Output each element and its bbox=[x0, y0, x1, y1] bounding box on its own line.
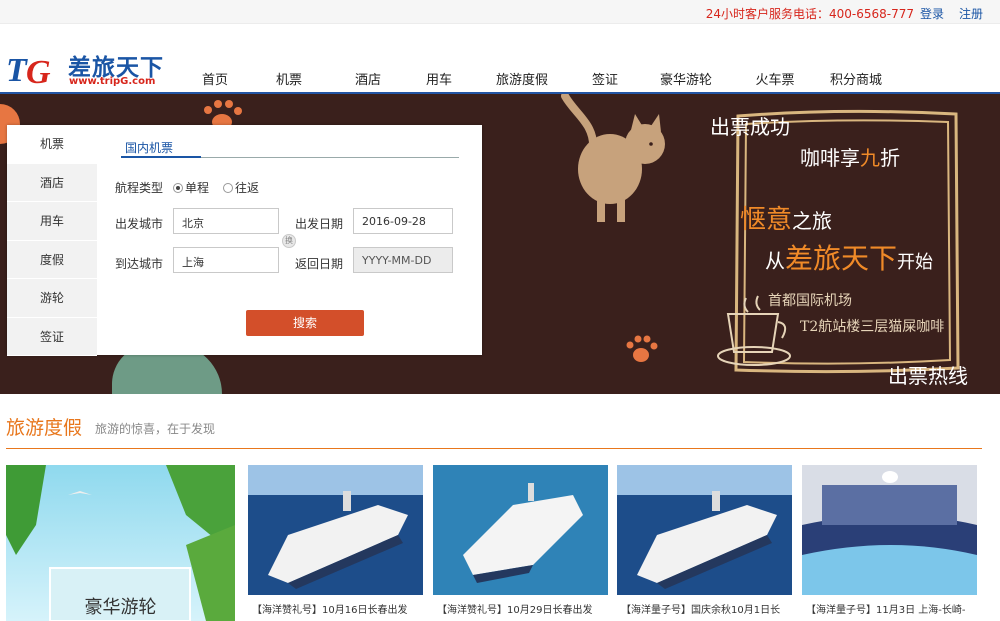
nav-item[interactable]: 旅游度假 bbox=[472, 69, 572, 93]
booking-category-tabs: 机票 酒店 用车 度假 游轮 签证 bbox=[7, 125, 97, 356]
site-header: T G 差旅天下 www.tripG.com 首页 机票 酒店 用车 旅游度假 签证 豪华游… bbox=[0, 24, 1000, 94]
travel-card[interactable]: 【海洋赞礼号】10月29日长春出发 bbox=[433, 465, 608, 621]
side-tab[interactable]: 度假 bbox=[7, 241, 97, 279]
card-caption: 【海洋赞礼号】10月16日长春出发 bbox=[252, 605, 408, 616]
tab-active-indicator bbox=[121, 156, 201, 158]
nav-item[interactable]: 用车 bbox=[406, 69, 472, 93]
swap-cities-button[interactable]: 换 bbox=[282, 234, 296, 248]
booking-panel: 机票 酒店 用车 度假 游轮 签证 国内机票 航程类型 单程 往返 出发城市 北京 到达城… bbox=[7, 125, 482, 356]
radio-label: 单程 bbox=[185, 181, 210, 195]
promo-text: 折 bbox=[880, 146, 900, 170]
nav-item[interactable]: 首页 bbox=[182, 69, 248, 93]
promo-hotline-label: 出票热线 bbox=[888, 364, 968, 388]
flowrider-image bbox=[802, 465, 977, 595]
promo-text: 之旅 bbox=[792, 209, 833, 233]
round-trip-radio[interactable]: 往返 bbox=[223, 179, 259, 196]
search-button[interactable]: 搜索 bbox=[246, 310, 364, 336]
return-date-label: 返回日期 bbox=[295, 257, 344, 271]
promo-line-4: 从差旅天下开始 bbox=[765, 237, 933, 277]
promo-highlight: 惬意 bbox=[740, 205, 793, 235]
card-caption: 【海洋量子号】11月3日 上海-长崎- bbox=[806, 605, 966, 616]
section-divider bbox=[6, 448, 982, 449]
depart-city-input[interactable]: 北京 bbox=[173, 208, 279, 234]
promo-text: 从 bbox=[765, 249, 785, 273]
travel-card[interactable]: 【海洋量子号】国庆余秋10月1日长 bbox=[617, 465, 792, 621]
nav-item[interactable]: 机票 bbox=[248, 69, 330, 93]
side-tab[interactable]: 游轮 bbox=[7, 279, 97, 318]
section-subtitle: 旅游的惊喜，在于发现 bbox=[95, 422, 216, 436]
svg-text:G: G bbox=[26, 54, 51, 86]
promo-text: 咖啡享 bbox=[800, 146, 860, 170]
cruise-ship-image bbox=[433, 465, 608, 595]
travel-card[interactable]: 【海洋赞礼号】10月16日长春出发 bbox=[248, 465, 423, 621]
promo-text: 开始 bbox=[897, 252, 934, 273]
radio-label: 往返 bbox=[235, 181, 260, 195]
promo-line-3: 惬意之旅 bbox=[740, 199, 832, 236]
nav-item[interactable]: 积分商城 bbox=[816, 69, 896, 93]
cat-illustration-icon bbox=[561, 94, 665, 222]
promo-line-6: T2航站楼三层猫屎咖啡 bbox=[800, 319, 945, 335]
logo-url-text: www.tripG.com bbox=[69, 76, 156, 87]
site-logo[interactable]: T G 差旅天下 www.tripG.com bbox=[6, 48, 181, 90]
service-hotline: 24小时客户服务电话：400-6568-777 bbox=[705, 7, 914, 21]
top-bar: 24小时客户服务电话：400-6568-777 登录 注册 bbox=[0, 0, 1000, 24]
depart-date-input[interactable]: 2016-09-28 bbox=[353, 208, 453, 234]
side-tab[interactable]: 用车 bbox=[7, 202, 97, 241]
tab-domestic-flights[interactable]: 国内机票 bbox=[125, 139, 173, 156]
nav-item[interactable]: 豪华游轮 bbox=[638, 69, 734, 93]
side-tab[interactable]: 签证 bbox=[7, 318, 97, 356]
cruise-ship-image bbox=[617, 465, 792, 595]
depart-city-label: 出发城市 bbox=[115, 217, 164, 231]
promo-highlight: 九 bbox=[860, 146, 880, 170]
card-caption: 【海洋赞礼号】10月29日长春出发 bbox=[437, 605, 593, 616]
promo-line-5: 首都国际机场 bbox=[768, 293, 852, 309]
cruise-ship-image bbox=[248, 465, 423, 595]
card-title: 豪华游轮 bbox=[84, 597, 157, 618]
side-tab[interactable]: 机票 bbox=[7, 125, 97, 164]
flight-search-form: 国内机票 航程类型 单程 往返 出发城市 北京 到达城市 上海 换 出发日期 2… bbox=[97, 125, 482, 355]
travel-card-featured[interactable]: 豪华游轮 bbox=[6, 465, 235, 621]
depart-date-label: 出发日期 bbox=[295, 217, 344, 231]
paw-print-icon bbox=[626, 335, 658, 362]
nav-item[interactable]: 酒店 bbox=[330, 69, 406, 93]
side-tab[interactable]: 酒店 bbox=[7, 164, 97, 202]
logo-mark-icon: T G bbox=[6, 52, 51, 86]
svg-text:T: T bbox=[6, 52, 28, 86]
register-link[interactable]: 注册 bbox=[959, 5, 983, 22]
one-way-radio[interactable]: 单程 bbox=[173, 179, 209, 196]
promo-line-1: 出票成功 bbox=[710, 115, 790, 139]
nav-item[interactable]: 签证 bbox=[572, 69, 638, 93]
arrive-city-label: 到达城市 bbox=[115, 257, 164, 271]
radio-unchecked-icon bbox=[223, 182, 233, 193]
promo-line-2: 咖啡享九折 bbox=[800, 142, 900, 171]
trip-type-label: 航程类型 bbox=[115, 181, 164, 195]
nav-item[interactable]: 火车票 bbox=[734, 69, 816, 93]
promo-highlight: 差旅天下 bbox=[785, 242, 898, 275]
radio-checked-icon bbox=[173, 182, 183, 193]
main-nav: 首页 机票 酒店 用车 旅游度假 签证 豪华游轮 火车票 积分商城 bbox=[182, 69, 896, 93]
card-caption: 【海洋量子号】国庆余秋10月1日长 bbox=[621, 605, 781, 616]
login-link[interactable]: 登录 bbox=[920, 5, 944, 22]
section-title: 旅游度假 bbox=[6, 417, 83, 439]
travel-card[interactable]: 【海洋量子号】11月3日 上海-长崎- bbox=[802, 465, 977, 621]
return-date-input[interactable]: YYYY-MM-DD bbox=[353, 247, 453, 273]
arrive-city-input[interactable]: 上海 bbox=[173, 247, 279, 273]
